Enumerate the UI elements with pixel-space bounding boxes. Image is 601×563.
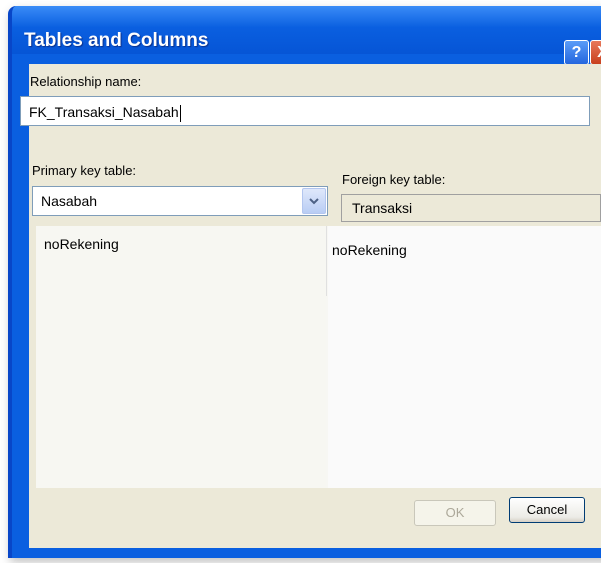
primary-key-table-value: Nasabah xyxy=(41,193,98,209)
foreign-key-table-field: Transaksi xyxy=(341,194,601,222)
foreign-columns-list xyxy=(328,226,601,488)
grid-divider xyxy=(326,226,327,296)
column-mapping-grid: noRekening noRekening xyxy=(36,226,601,488)
primary-key-table-label: Primary key table: xyxy=(32,163,137,178)
dialog-title: Tables and Columns xyxy=(24,30,209,51)
dropdown-button[interactable] xyxy=(302,188,326,214)
primary-column-cell[interactable]: noRekening xyxy=(44,236,119,252)
primary-columns-list xyxy=(36,226,326,488)
ok-button[interactable]: OK xyxy=(414,500,496,526)
relationship-name-input[interactable]: FK_Transaksi_Nasabah xyxy=(20,96,590,126)
title-bar[interactable]: Tables and Columns ? X xyxy=(12,6,601,65)
relationship-name-value: FK_Transaksi_Nasabah xyxy=(29,104,179,120)
foreign-column-cell[interactable]: noRekening xyxy=(332,242,407,258)
help-button[interactable]: ? xyxy=(564,40,589,65)
primary-key-table-select[interactable]: Nasabah xyxy=(32,186,328,216)
chevron-down-icon xyxy=(309,198,319,205)
cancel-button[interactable]: Cancel xyxy=(509,497,585,523)
relationship-name-label: Relationship name: xyxy=(30,74,142,89)
close-button[interactable]: X xyxy=(590,40,601,65)
foreign-key-table-label: Foreign key table: xyxy=(342,172,446,187)
text-caret xyxy=(179,104,181,122)
